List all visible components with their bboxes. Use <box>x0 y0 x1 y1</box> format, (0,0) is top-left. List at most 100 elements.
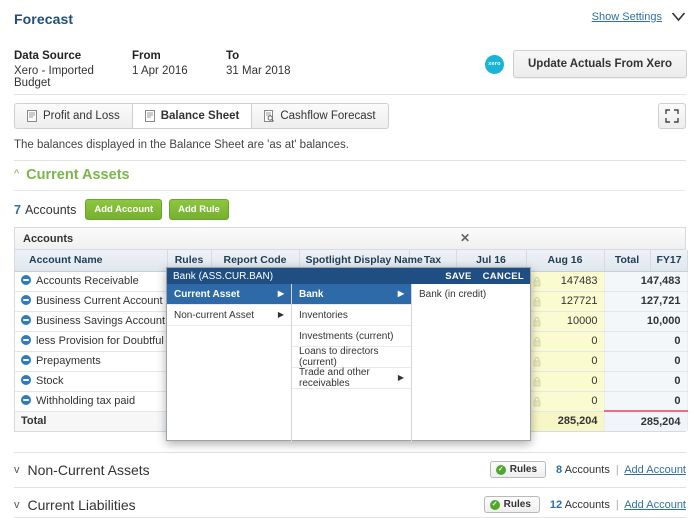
menu-item-trade-and-other-receivables[interactable]: Trade and other receivables ▶ <box>292 367 411 389</box>
total-cell: 0 <box>604 391 688 412</box>
col-fy17[interactable]: FY17 <box>650 250 688 272</box>
collapse-caret-icon: ^ <box>14 167 20 180</box>
aug-16-cell[interactable]: 0 <box>526 331 605 352</box>
aug-16-cell[interactable]: 127721 <box>526 291 605 312</box>
col-account-name[interactable]: Account Name <box>15 250 168 272</box>
minus-circle-icon[interactable] <box>21 395 31 405</box>
add-account-button[interactable]: Add Account <box>85 199 163 220</box>
accounts-summary: 8 Accounts | Add Account <box>556 464 686 476</box>
aug-16-cell[interactable]: 147483 <box>526 271 605 292</box>
expand-caret-icon: v <box>14 463 20 476</box>
dropdown-column-one: Current Asset ▶ Non-current Asset ▶ <box>167 284 292 442</box>
divider-section <box>14 190 686 191</box>
chevron-right-icon: ▶ <box>277 310 284 319</box>
section-non-current-assets[interactable]: v Non-Current Assets ✓ Rules 8 Accounts … <box>14 452 686 487</box>
menu-item-bank-in-credit[interactable]: Bank (in credit) <box>412 284 530 305</box>
account-name-cell[interactable]: Accounts Receivable <box>15 271 168 292</box>
tab-label: Balance Sheet <box>160 110 240 122</box>
account-name-cell[interactable]: Business Savings Account <box>15 311 168 332</box>
aug-16-cell[interactable]: 0 <box>526 351 605 372</box>
accounts-count: 7 <box>14 202 21 217</box>
total-cell: 0 <box>604 351 688 372</box>
menu-item-loans-to-directors-current[interactable]: Loans to directors (current) <box>292 346 411 368</box>
col-aug-16[interactable]: Aug 16 <box>526 250 605 272</box>
minus-circle-icon[interactable] <box>21 315 31 325</box>
dropdown-column-two: Bank ▶ Inventories Investments (current) … <box>292 284 412 442</box>
report-code-dropdown-menu: Bank (ASS.CUR.BAN) SAVE CANCEL Current A… <box>166 267 531 442</box>
from-group: From 1 Apr 2016 <box>132 50 226 77</box>
to-group: To 31 Mar 2018 <box>226 50 366 77</box>
menu-item-non-current-asset[interactable]: Non-current Asset ▶ <box>167 305 291 326</box>
rules-label: Rules <box>509 464 538 475</box>
lock-icon <box>533 336 541 350</box>
chevron-right-icon: ▶ <box>397 373 404 382</box>
minus-circle-icon[interactable] <box>21 295 31 305</box>
aug-16-cell[interactable]: 10000 <box>526 311 605 332</box>
col-total[interactable]: Total <box>604 250 651 272</box>
tab-cashflow-forecast[interactable]: Cashflow Forecast <box>252 104 388 128</box>
close-icon[interactable]: ✕ <box>460 232 470 244</box>
dropdown-current-code: Bank (ASS.CUR.BAN) <box>173 270 274 282</box>
fullscreen-expand-icon[interactable] <box>658 103 686 129</box>
grand-total-cell: 285,204 <box>604 410 688 431</box>
add-account-link[interactable]: Add Account <box>624 464 686 476</box>
dropdown-header: Bank (ASS.CUR.BAN) SAVE CANCEL <box>167 268 530 284</box>
account-name-cell[interactable]: Withholding tax paid <box>15 391 168 412</box>
add-rule-button[interactable]: Add Rule <box>169 199 229 220</box>
lock-icon <box>533 356 541 370</box>
minus-circle-icon[interactable] <box>21 375 31 385</box>
total-cell: 147,483 <box>604 271 688 292</box>
save-button[interactable]: SAVE <box>445 271 471 282</box>
tab-label: Profit and Loss <box>43 110 120 122</box>
total-cell: 0 <box>604 371 688 392</box>
tab-balance-sheet[interactable]: Balance Sheet <box>132 104 253 128</box>
menu-item-inventories[interactable]: Inventories <box>292 305 411 326</box>
accounts-panel-title-bar: Accounts ✕ <box>15 228 685 250</box>
lock-icon <box>533 376 541 390</box>
account-name-cell[interactable]: Stock <box>15 371 168 392</box>
aug-16-cell[interactable]: 0 <box>526 391 605 412</box>
show-settings-link[interactable]: Show Settings <box>592 11 662 23</box>
lock-icon <box>533 296 541 310</box>
section-right-controls: ✓ Rules 12 Accounts | Add Account <box>483 496 686 513</box>
section-title: Current Assets <box>26 167 130 183</box>
lock-icon <box>533 316 541 330</box>
section-right-controls: ✓ Rules 8 Accounts | Add Account <box>489 461 686 478</box>
cancel-button[interactable]: CANCEL <box>483 271 524 282</box>
section-current-liabilities[interactable]: v Current Liabilities ✓ Rules 12 Account… <box>14 487 686 518</box>
account-name-cell[interactable]: Business Current Account <box>15 291 168 312</box>
minus-circle-icon[interactable] <box>21 275 31 285</box>
xero-logo-icon: xero <box>485 54 504 74</box>
minus-circle-icon[interactable] <box>21 335 31 345</box>
separator: | <box>615 498 619 511</box>
divider-top <box>14 94 686 95</box>
section-title: Current Liabilities <box>27 496 136 513</box>
total-cell: 10,000 <box>604 311 688 332</box>
menu-item-current-asset[interactable]: Current Asset ▶ <box>167 284 291 305</box>
accounts-word: Accounts <box>24 202 77 217</box>
menu-item-bank[interactable]: Bank ▶ <box>292 284 411 305</box>
rules-button[interactable]: ✓ Rules <box>489 461 547 478</box>
chevron-down-icon[interactable] <box>671 10 686 23</box>
menu-item-investments-current[interactable]: Investments (current) <box>292 326 411 347</box>
accounts-word: Accounts <box>564 498 610 511</box>
report-tabs: Profit and Loss Balance Sheet Cashflow F… <box>14 103 389 129</box>
section-header-current-assets[interactable]: ^ Current Assets <box>14 167 130 183</box>
expand-caret-icon: v <box>14 498 20 511</box>
account-name-cell[interactable]: Prepayments <box>15 351 168 372</box>
separator: | <box>615 463 619 476</box>
aug-16-cell[interactable]: 0 <box>526 371 605 392</box>
data-source-strip: Data Source Xero - Imported Budget From … <box>14 50 366 89</box>
minus-circle-icon[interactable] <box>21 355 31 365</box>
rules-button[interactable]: ✓ Rules <box>483 496 540 513</box>
chevron-right-icon: ▶ <box>397 289 404 298</box>
accounts-panel-title: Accounts <box>23 232 74 245</box>
account-name-cell[interactable]: less Provision for Doubtful Debt <box>15 331 168 352</box>
accounts-count: 12 <box>549 498 563 511</box>
to-value: 31 Mar 2018 <box>226 65 291 77</box>
to-label: To <box>226 50 240 62</box>
accounts-word: Accounts <box>564 463 610 476</box>
add-account-link[interactable]: Add Account <box>624 499 686 511</box>
update-actuals-from-xero-button[interactable]: Update Actuals From Xero <box>513 50 687 78</box>
tab-profit-and-loss[interactable]: Profit and Loss <box>15 104 133 128</box>
